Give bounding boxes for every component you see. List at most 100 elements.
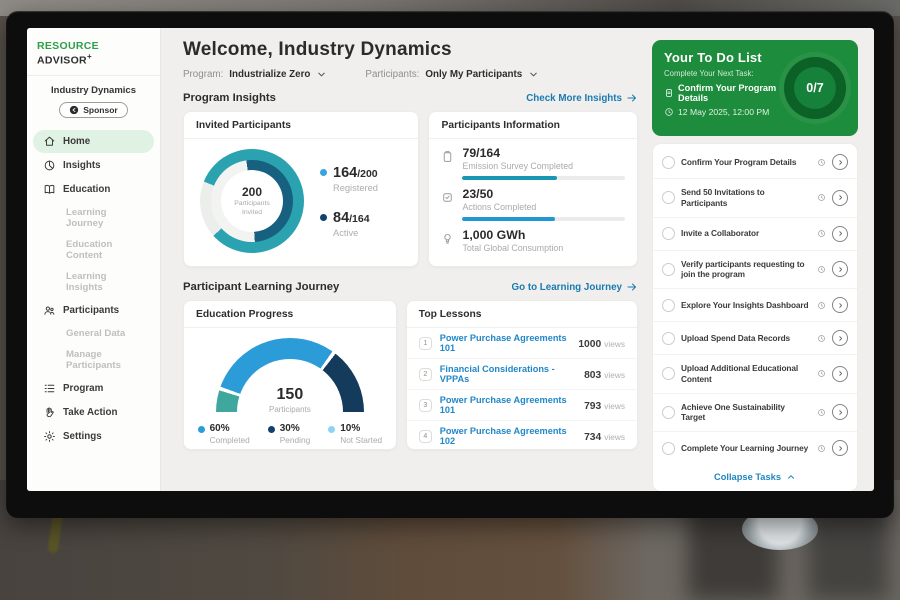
sidebar-item-home[interactable]: Home: [33, 130, 154, 153]
clock-icon: [817, 193, 826, 202]
views-suffix: views: [604, 339, 625, 349]
gauge-value: 150: [216, 386, 364, 404]
todo-summary-card: Your To Do List Complete Your Next Task:…: [652, 40, 858, 136]
pie-chart-icon: [43, 159, 56, 172]
clock-icon: [664, 107, 674, 117]
learning-journey-title: Participant Learning Journey: [183, 281, 339, 293]
chevron-right-icon: [836, 158, 845, 167]
task-open-button[interactable]: [832, 190, 848, 206]
list-icon: [43, 382, 56, 395]
task-row: Complete Your Learning Journey: [653, 432, 857, 464]
sidebar-nav: Home Insights Education Learning Journey…: [27, 130, 160, 448]
learning-cards-row: Education Progress 150 Participants: [183, 300, 638, 450]
sidebar: RESOURCE ADVISOR+ Industry Dynamics Spon…: [27, 28, 161, 491]
task-checkbox[interactable]: [662, 406, 675, 419]
todo-panel: Your To Do List Complete Your Next Task:…: [652, 28, 858, 491]
program-insights-header: Program Insights Check More Insights: [183, 92, 638, 104]
program-filter-value[interactable]: Industrialize Zero: [229, 69, 310, 80]
emission-survey-value: 79/164: [462, 146, 625, 160]
logo-plus: +: [87, 52, 92, 61]
program-filter-label: Program:: [183, 69, 223, 80]
sidebar-item-education-content[interactable]: Education Content: [33, 234, 154, 266]
task-open-button[interactable]: [832, 297, 848, 313]
task-checkbox[interactable]: [662, 442, 675, 455]
education-progress-title: Education Progress: [184, 301, 396, 328]
task-open-button[interactable]: [832, 330, 848, 346]
sidebar-item-general-data[interactable]: General Data: [33, 323, 154, 344]
go-to-learning-journey-link[interactable]: Go to Learning Journey: [512, 281, 639, 293]
actions-completed-stat: 23/50 Actions Completed: [441, 187, 625, 221]
task-checkbox[interactable]: [662, 156, 675, 169]
lesson-link[interactable]: Power Purchase Agreements 102: [440, 426, 576, 446]
invited-donut-chart: 200 Participants Invited: [200, 149, 304, 253]
sidebar-item-label: Education: [63, 184, 110, 195]
active-legend-item: 84/164 Active: [320, 209, 378, 238]
lesson-views: 734: [584, 432, 601, 443]
sidebar-item-learning-journey[interactable]: Learning Journey: [33, 202, 154, 234]
task-checkbox[interactable]: [662, 367, 675, 380]
lesson-row: 2 Financial Considerations - VPPAs 803vi…: [407, 359, 637, 390]
resource-advisor-logo: RESOURCE ADVISOR+: [27, 38, 160, 76]
task-open-button[interactable]: [832, 366, 848, 382]
collapse-tasks-button[interactable]: Collapse Tasks: [653, 464, 857, 489]
views-suffix: views: [604, 370, 625, 380]
sidebar-item-label: Settings: [63, 431, 102, 442]
check-more-insights-link[interactable]: Check More Insights: [526, 92, 638, 104]
sidebar-item-insights[interactable]: Insights: [33, 154, 154, 177]
role-badge-wrap: Sponsor: [27, 102, 160, 118]
sidebar-item-participants[interactable]: Participants: [33, 299, 154, 322]
clock-icon: [817, 158, 826, 167]
completed-dot: [198, 426, 205, 433]
sidebar-item-education[interactable]: Education: [33, 178, 154, 201]
consumption-value: 1,000 GWh: [462, 228, 625, 242]
task-open-button[interactable]: [832, 154, 848, 170]
sidebar-item-label: Participants: [63, 305, 119, 316]
sidebar-item-take-action[interactable]: Take Action: [33, 401, 154, 424]
task-open-button[interactable]: [832, 261, 848, 277]
task-checkbox[interactable]: [662, 263, 675, 276]
sponsor-badge[interactable]: Sponsor: [59, 102, 127, 118]
task-checkbox[interactable]: [662, 332, 675, 345]
chevron-right-icon: [836, 369, 845, 378]
lesson-link[interactable]: Power Purchase Agreements 101: [440, 395, 576, 415]
dashboard-screen: RESOURCE ADVISOR+ Industry Dynamics Spon…: [27, 28, 874, 491]
people-icon: [43, 304, 56, 317]
lesson-link[interactable]: Power Purchase Agreements 101: [440, 333, 571, 353]
chevron-right-icon: [836, 265, 845, 274]
collapse-tasks-label: Collapse Tasks: [714, 472, 781, 482]
chevron-down-icon[interactable]: [316, 69, 327, 80]
registered-label: Registered: [333, 183, 378, 193]
todo-task-list: Confirm Your Program Details Send 50 Inv…: [652, 143, 858, 491]
chevron-right-icon: [836, 193, 845, 202]
chevron-down-icon[interactable]: [528, 69, 539, 80]
task-row: Explore Your Insights Dashboard: [653, 289, 857, 322]
sponsor-icon: [69, 105, 79, 115]
sidebar-item-manage-participants[interactable]: Manage Participants: [33, 344, 154, 376]
task-open-button[interactable]: [832, 440, 848, 456]
task-row: Invite a Collaborator: [653, 218, 857, 251]
todo-next-task: Confirm Your Program Details: [664, 83, 778, 103]
task-checkbox[interactable]: [662, 299, 675, 312]
task-open-button[interactable]: [832, 226, 848, 242]
task-row: Verify participants requesting to join t…: [653, 251, 857, 290]
filter-bar: Program: Industrialize Zero Participants…: [183, 69, 638, 80]
todo-time-label: 12 May 2025, 12:00 PM: [678, 107, 769, 117]
task-checkbox[interactable]: [662, 227, 675, 240]
not-started-dot: [328, 426, 335, 433]
completed-label: Completed: [210, 435, 250, 445]
invited-donut-inner-ring: 200 Participants Invited: [211, 160, 293, 242]
task-label: Send 50 Invitations to Participants: [681, 187, 811, 209]
task-open-button[interactable]: [832, 404, 848, 420]
lesson-link[interactable]: Financial Considerations - VPPAs: [440, 364, 576, 384]
task-label: Explore Your Insights Dashboard: [681, 300, 811, 311]
participants-filter-value[interactable]: Only My Participants: [425, 69, 522, 80]
registered-total: /200: [357, 168, 377, 180]
lesson-views: 793: [584, 401, 601, 412]
sidebar-item-learning-insights[interactable]: Learning Insights: [33, 266, 154, 298]
task-checkbox[interactable]: [662, 191, 675, 204]
consumption-stat: 1,000 GWh Total Global Consumption: [441, 228, 625, 253]
clock-icon: [817, 444, 826, 453]
sidebar-item-program[interactable]: Program: [33, 377, 154, 400]
sidebar-item-settings[interactable]: Settings: [33, 425, 154, 448]
not-started-pct: 10%: [340, 423, 382, 434]
